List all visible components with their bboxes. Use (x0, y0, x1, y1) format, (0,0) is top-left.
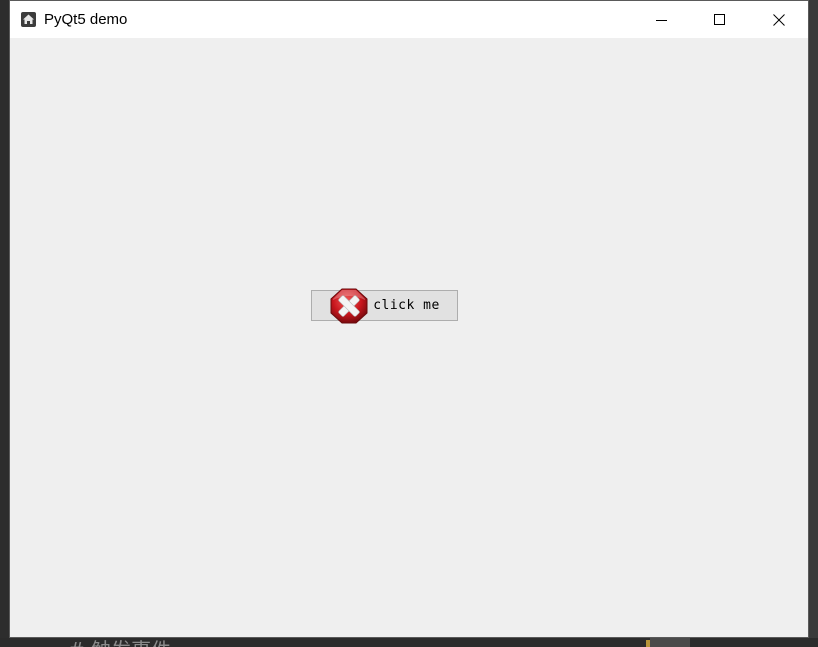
desktop-bottom-edge: # 触发事件 (0, 638, 818, 647)
main-window: PyQt5 demo click me (9, 0, 809, 638)
error-x-icon (330, 288, 368, 323)
minimize-icon (656, 19, 667, 21)
maximize-icon (714, 13, 725, 25)
click-me-label: click me (373, 298, 440, 313)
maximize-button[interactable] (691, 1, 749, 38)
click-me-button[interactable]: click me (311, 288, 458, 323)
desktop-left-edge (0, 0, 9, 647)
minimize-button[interactable] (633, 1, 691, 38)
window-title: PyQt5 demo (44, 11, 128, 28)
background-editor-text: # 触发事件 (68, 638, 171, 647)
background-panel-edge (650, 638, 690, 647)
close-icon (773, 13, 785, 26)
close-button[interactable] (750, 1, 808, 38)
app-home-icon (21, 12, 36, 27)
title-bar[interactable]: PyQt5 demo (10, 1, 808, 38)
